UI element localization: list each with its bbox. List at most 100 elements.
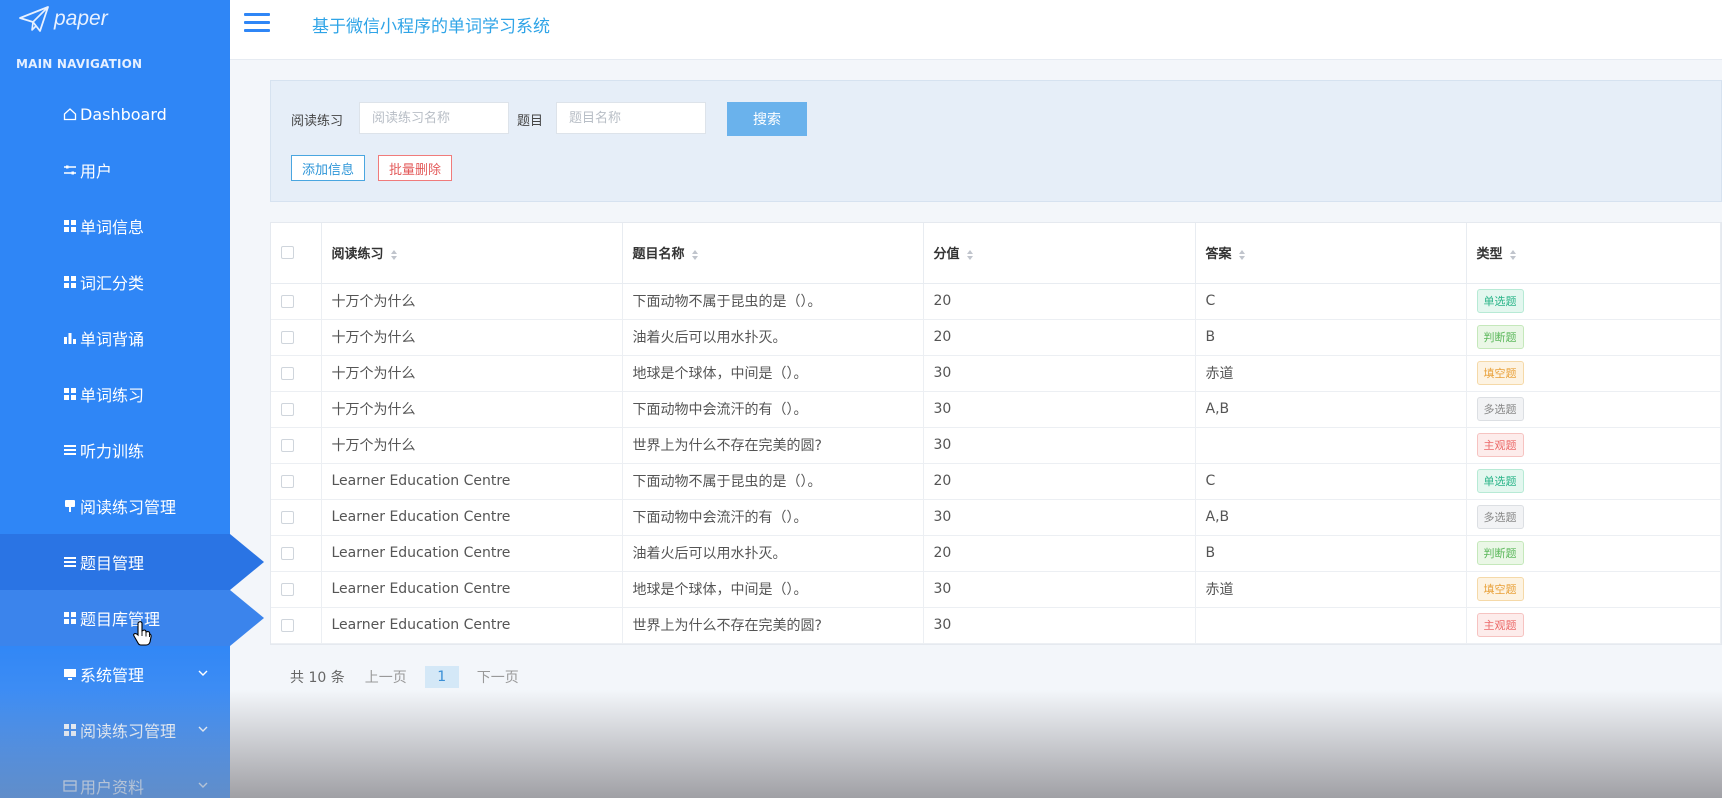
cell-score: 30: [933, 617, 952, 633]
cell-question: 下面动物不属于昆虫的是（）。: [632, 474, 822, 490]
cell-answer: C: [1205, 473, 1216, 489]
type-badge: 判断题: [1476, 541, 1524, 565]
row-checkbox[interactable]: [281, 582, 294, 596]
sort-icon[interactable]: [966, 249, 974, 261]
sidebar-item-label: 单词信息: [80, 218, 145, 237]
paper-plane-icon: [19, 6, 49, 32]
cell-reading: 十万个为什么: [331, 330, 416, 346]
row-checkbox[interactable]: [281, 510, 294, 524]
cell-question: 地球是个球体，中间是（）。: [632, 582, 808, 598]
cell-reading: Learner Education Centre: [331, 545, 511, 561]
sidebar-item-label: 题目管理: [80, 554, 145, 573]
row-checkbox[interactable]: [281, 474, 294, 488]
table-row[interactable]: Learner Education Centre 世界上为什么不存在完美的圆? 30…: [271, 607, 1721, 644]
batch-delete-button[interactable]: 批量删除: [378, 155, 453, 181]
cell-score: 30: [933, 509, 952, 525]
chevron-down-icon[interactable]: [198, 724, 208, 734]
column-header-score[interactable]: 分值: [923, 223, 1196, 284]
cell-answer: 赤道: [1205, 366, 1234, 382]
type-badge: 主观题: [1476, 433, 1524, 457]
cell-reading: Learner Education Centre: [331, 509, 511, 525]
table-row[interactable]: 十万个为什么 油着火后可以用水扑灭。 20 B 判断题: [271, 319, 1721, 356]
column-header-reading[interactable]: 阅读练习: [321, 223, 623, 284]
table-row[interactable]: 十万个为什么 世界上为什么不存在完美的圆? 30 主观题: [271, 427, 1721, 464]
cell-score: 30: [933, 365, 952, 381]
sidebar-item-2[interactable]: 单词信息: [0, 198, 230, 254]
table-row[interactable]: Learner Education Centre 地球是个球体，中间是（）。 30 赤…: [271, 571, 1721, 608]
table-row[interactable]: 十万个为什么 地球是个球体，中间是（）。 30 赤道 填空题: [271, 355, 1721, 392]
search-button[interactable]: 搜索: [727, 102, 807, 136]
question-search-input[interactable]: [556, 102, 706, 134]
sidebar-item-0[interactable]: Dashboard: [0, 86, 230, 142]
sort-icon[interactable]: [390, 249, 398, 261]
table-row[interactable]: Learner Education Centre 下面动物不属于昆虫的是（）。 20…: [271, 463, 1721, 500]
reading-label: 阅读练习: [291, 114, 344, 129]
sidebar-item-1[interactable]: 用户: [0, 142, 230, 198]
cell-reading: 十万个为什么: [331, 438, 416, 454]
cell-answer: 赤道: [1205, 582, 1234, 598]
row-checkbox[interactable]: [281, 546, 294, 560]
sort-icon[interactable]: [691, 249, 699, 261]
sidebar-item-label: 系统管理: [80, 666, 145, 685]
cell-reading: Learner Education Centre: [331, 473, 511, 489]
sidebar-item-9[interactable]: 题目库管理: [0, 590, 264, 646]
prev-page-link[interactable]: 上一页: [365, 667, 407, 687]
sidebar-item-3[interactable]: 词汇分类: [0, 254, 230, 310]
row-checkbox[interactable]: [281, 366, 294, 380]
menu-toggle-icon[interactable]: [244, 13, 270, 35]
cell-score: 20: [933, 329, 952, 345]
column-header-question[interactable]: 题目名称: [622, 223, 924, 284]
sort-icon[interactable]: [1238, 249, 1246, 261]
sidebar-item-10[interactable]: 系统管理: [0, 646, 230, 702]
logo-text: paper: [54, 7, 108, 30]
select-all-checkbox[interactable]: [281, 246, 294, 260]
pagination: 共 10 条 上一页 1 下一页: [290, 666, 537, 688]
reading-search-input[interactable]: [359, 102, 509, 134]
add-info-button[interactable]: 添加信息: [291, 155, 366, 181]
row-checkbox[interactable]: [281, 438, 294, 452]
cell-answer: B: [1205, 329, 1216, 345]
sidebar-item-12[interactable]: 用户资料: [0, 758, 230, 798]
next-page-link[interactable]: 下一页: [477, 667, 519, 687]
list-icon: [62, 554, 78, 570]
sidebar-item-5[interactable]: 单词练习: [0, 366, 230, 422]
row-checkbox[interactable]: [281, 294, 294, 308]
type-badge: 判断题: [1476, 325, 1524, 349]
sidebar-item-7[interactable]: 阅读练习管理: [0, 478, 230, 534]
column-header-answer[interactable]: 答案: [1195, 223, 1467, 284]
row-checkbox[interactable]: [281, 402, 294, 416]
home-icon: [62, 106, 78, 122]
sidebar-item-8[interactable]: 题目管理: [0, 534, 264, 590]
sort-icon[interactable]: [1509, 249, 1517, 261]
cell-score: 30: [933, 581, 952, 597]
chevron-down-icon[interactable]: [198, 780, 208, 790]
row-checkbox[interactable]: [281, 330, 294, 344]
card-icon: [62, 778, 78, 794]
nav-header: MAIN NAVIGATION: [16, 57, 143, 71]
sidebar-item-label: 用户资料: [80, 778, 145, 797]
type-badge: 多选题: [1476, 397, 1524, 421]
table-row[interactable]: Learner Education Centre 油着火后可以用水扑灭。 20 B 判断…: [271, 535, 1721, 572]
chevron-down-icon[interactable]: [198, 668, 208, 678]
table-row[interactable]: 十万个为什么 下面动物中会流汗的有（）。 30 A,B 多选题: [271, 391, 1721, 428]
cell-answer: C: [1205, 293, 1216, 309]
table-header-row: 阅读练习 题目名称 分值 答案 类型: [271, 223, 1721, 284]
page-1-button[interactable]: 1: [424, 666, 459, 688]
sidebar-item-4[interactable]: 单词背诵: [0, 310, 230, 366]
table-row[interactable]: 十万个为什么 下面动物不属于昆虫的是（）。 20 C 单选题: [271, 283, 1721, 320]
sidebar-item-11[interactable]: 阅读练习管理: [0, 702, 230, 758]
table-row[interactable]: Learner Education Centre 下面动物中会流汗的有（）。 30 A…: [271, 499, 1721, 536]
app-title: 基于微信小程序的单词学习系统: [312, 17, 550, 37]
sidebar-item-label: 阅读练习管理: [80, 722, 177, 741]
row-checkbox[interactable]: [281, 618, 294, 632]
hand-cursor-icon: [133, 621, 152, 646]
cell-question: 下面动物中会流汗的有（）。: [632, 510, 808, 526]
cell-answer: B: [1205, 545, 1216, 561]
sidebar-item-label: 单词背诵: [80, 330, 145, 349]
column-header-type[interactable]: 类型: [1466, 223, 1721, 284]
logo[interactable]: paper: [18, 4, 108, 34]
cell-question: 世界上为什么不存在完美的圆?: [632, 438, 822, 454]
sidebar: paper MAIN NAVIGATION Dashboard 用户单词信息词汇分…: [0, 0, 264, 798]
sidebar-item-6[interactable]: 听力训练: [0, 422, 230, 478]
questions-table: 阅读练习 题目名称 分值 答案 类型 十万个为什么 下面动物不属于昆虫的是（）。 2…: [270, 222, 1722, 645]
